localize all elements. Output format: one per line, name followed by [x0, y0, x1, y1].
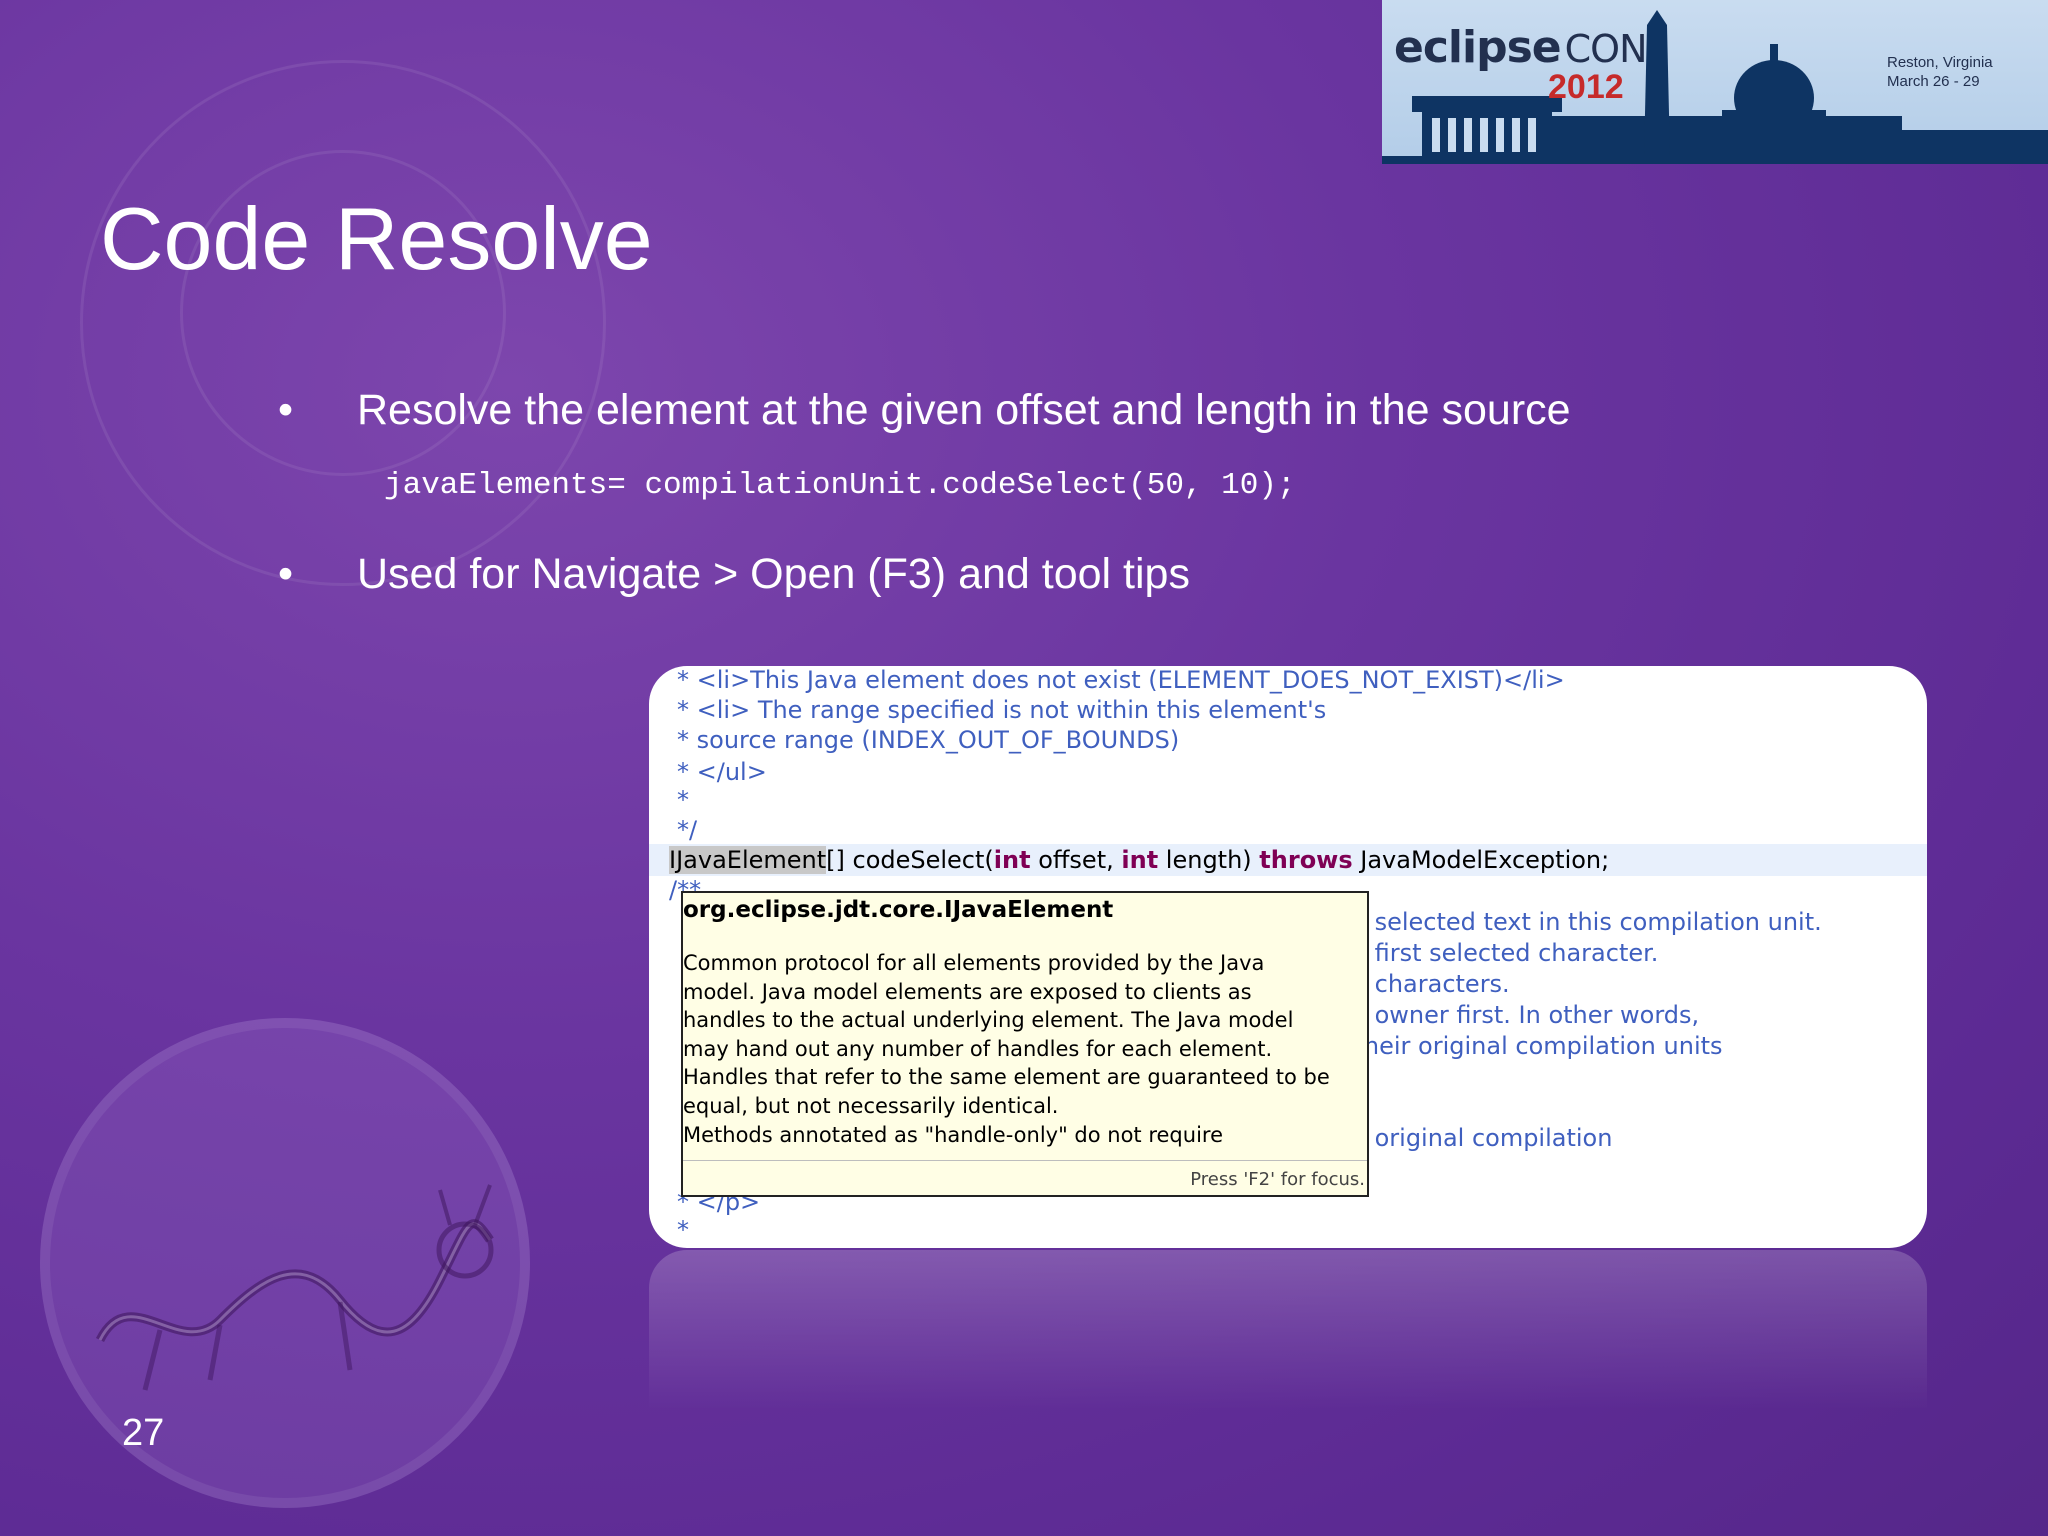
logo-location: Reston, Virginia March 26 - 29	[1887, 54, 1993, 90]
tooltip-title: org.eclipse.jdt.core.IJavaElement	[683, 897, 1114, 923]
editor-screenshot: * <li>This Java element does not exist (…	[649, 666, 1927, 1248]
bullet-text: Used for Navigate > Open (F3) and tool t…	[357, 550, 1190, 598]
selected-type[interactable]: IJavaElement	[669, 846, 827, 874]
javadoc-line: *	[677, 1216, 689, 1244]
javadoc-line: * source range (INDEX_OUT_OF_BOUNDS)	[677, 726, 1180, 754]
logo-year: 2012	[1548, 68, 1624, 106]
eclipsecon-logo: eclipse CON 2012 Reston, Virginia March 2…	[1382, 0, 2048, 164]
javadoc-fragment: r their original compilation units	[1337, 1032, 1723, 1060]
javadoc-line: * <li> The range specified is not within…	[677, 696, 1327, 724]
method-signature: IJavaElement[] codeSelect(int offset, in…	[669, 846, 1610, 874]
tooltip-footer: Press 'F2' for focus.	[683, 1160, 1367, 1195]
tooltip-line: Common protocol for all elements provide…	[683, 951, 1265, 975]
javadoc-line: */	[677, 816, 698, 844]
focus-hint[interactable]: Press 'F2' for focus.	[1190, 1169, 1365, 1190]
bullet-dot: •	[278, 386, 294, 434]
javadoc-line: *	[677, 786, 689, 814]
dragon-icon	[95, 1184, 494, 1391]
tooltip-line: may hand out any number of handles for e…	[683, 1036, 1273, 1061]
javadoc-fragment: en owner first. In other words,	[1337, 1001, 1700, 1029]
javadoc-hover-tooltip[interactable]: org.eclipse.jdt.core.IJavaElement Common…	[681, 891, 1369, 1197]
page-number: 27	[122, 1412, 165, 1454]
javadoc-fragment: en selected text in this compilation uni…	[1337, 908, 1822, 936]
tooltip-line: Handles that refer to the same element a…	[683, 1065, 1330, 1090]
bullet-dot: •	[278, 550, 294, 598]
javadoc-fragment: he original compilation	[1337, 1124, 1613, 1152]
javadoc-line: * <li>This Java element does not exist (…	[677, 666, 1565, 694]
code-snippet: javaElements= compilationUnit.codeSelect…	[384, 468, 1296, 503]
javadoc-fragment: he first selected character.	[1337, 939, 1659, 967]
tooltip-body: Common protocol for all elements provide…	[683, 949, 1367, 1149]
tooltip-line: handles to the actual underlying element…	[683, 1008, 1294, 1033]
tooltip-line: equal, but not necessarily identical.	[683, 1093, 1059, 1118]
screenshot-reflection	[649, 1250, 1927, 1410]
slide: eclipse CON 2012 Reston, Virginia March 2…	[0, 0, 2048, 1536]
tooltip-line: Methods annotated as "handle-only" do no…	[683, 1122, 1223, 1147]
slide-title: Code Resolve	[100, 189, 653, 288]
tooltip-line: model. Java model elements are exposed t…	[683, 979, 1252, 1004]
javadoc-line: * </ul>	[677, 758, 767, 786]
bullet-text: Resolve the element at the given offset …	[357, 386, 1571, 434]
logo-wordmark: eclipse CON	[1394, 22, 1647, 73]
